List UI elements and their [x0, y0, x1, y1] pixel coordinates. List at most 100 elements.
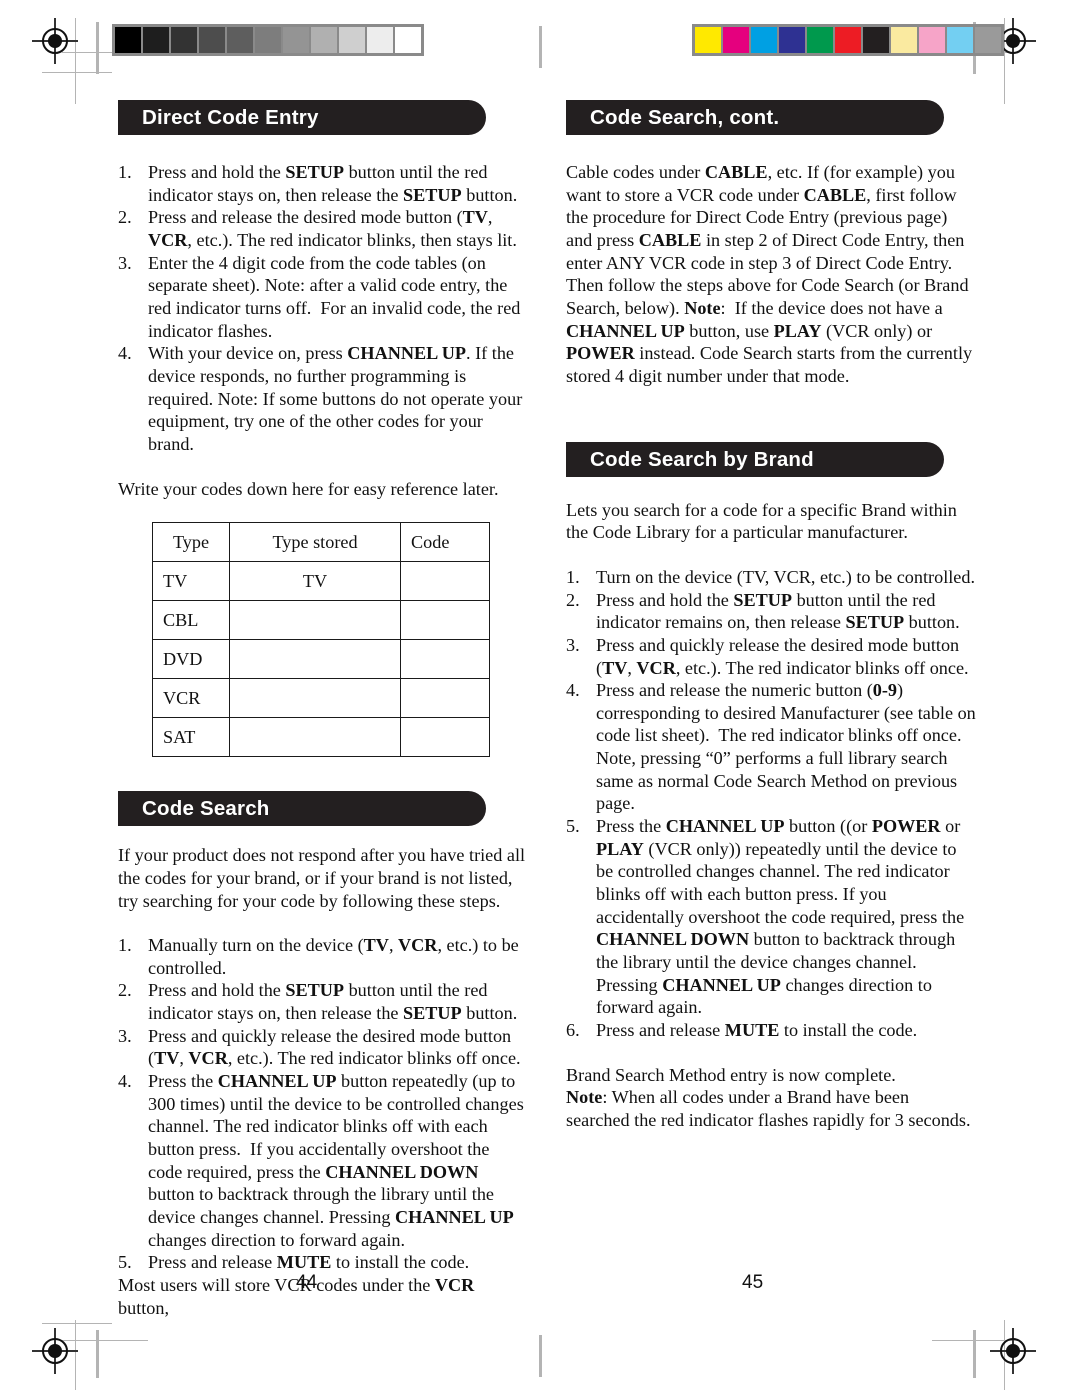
gray-patch-8	[339, 27, 365, 53]
list-item-text: Press and hold the SETUP button until th…	[148, 162, 518, 205]
list-item: 4. Press the CHANNEL UP button repeatedl…	[118, 1070, 528, 1251]
cell-code[interactable]	[400, 717, 490, 758]
list-item-text: Press the CHANNEL UP button repeatedly (…	[148, 1071, 524, 1250]
gray-patch-10	[395, 27, 421, 53]
trim-tick-bottom-center	[539, 1335, 542, 1377]
list-item: 2. Press and release the desired mode bu…	[118, 206, 528, 251]
color-patch-7	[891, 27, 917, 53]
gray-patch-9	[367, 27, 393, 53]
gray-patch-1	[143, 27, 169, 53]
list-item-text: Press and release MUTE to install the co…	[596, 1020, 918, 1040]
list-item-text: Press and hold the SETUP button until th…	[596, 589, 960, 633]
list-item: 1. Manually turn on the device (TV, VCR,…	[118, 934, 528, 979]
list-item-number: 2.	[118, 980, 132, 1001]
list-item-number: 1.	[566, 566, 580, 587]
cell-stored[interactable]	[229, 678, 401, 719]
gray-patch-0	[115, 27, 141, 53]
list-item: 6. Press and release MUTE to install the…	[566, 1019, 976, 1042]
cell-stored[interactable]	[229, 639, 401, 680]
list-item: 3. Enter the 4 digit code from the code …	[118, 252, 528, 343]
list-item-text: Press the CHANNEL UP button ((or POWER o…	[596, 816, 965, 1018]
list-item-number: 4.	[118, 1071, 132, 1092]
list-item-number: 3.	[118, 252, 132, 273]
code-reference-table: Type Type stored Code TV TV CBL DVD VCR …	[152, 522, 490, 758]
color-patch-2	[751, 27, 777, 53]
list-item-number: 1.	[118, 162, 132, 182]
list-item-text: Press and quickly release the desired mo…	[148, 1025, 521, 1069]
color-patch-8	[919, 27, 945, 53]
cell-type: TV	[152, 561, 230, 602]
page-number-left: 44	[296, 1272, 318, 1293]
list-item: 5. Press and release MUTE to install the…	[118, 1251, 528, 1274]
list-item-text: Press and release the desired mode butto…	[148, 207, 517, 250]
gray-patch-2	[171, 27, 197, 53]
list-item: 3. Press and quickly release the desired…	[566, 634, 976, 679]
list-item-number: 2.	[118, 207, 132, 228]
list-item-number: 1.	[118, 935, 132, 956]
write-codes-note: Write your codes down here for easy refe…	[118, 478, 499, 499]
cell-code[interactable]	[400, 600, 490, 641]
cell-code[interactable]	[400, 639, 490, 680]
cell-code[interactable]	[400, 561, 490, 602]
list-item-number: 3.	[118, 1025, 132, 1046]
section-banner-code-search-by-brand: Code Search by Brand	[566, 441, 944, 477]
section-banner-code-search-cont: Code Search, cont.	[566, 100, 944, 135]
list-item-text: Press and hold the SETUP button until th…	[148, 980, 518, 1024]
brand-search-note: Note: When all codes under a Brand have …	[566, 1087, 971, 1130]
trim-tick-bottom-left	[96, 1330, 99, 1378]
gray-patch-7	[311, 27, 337, 53]
table-header-row: Type Type stored Code	[152, 522, 490, 563]
color-patch-10	[975, 27, 1001, 53]
cell-code[interactable]	[400, 678, 490, 719]
code-search-continuation: Most users will store VCR codes under th…	[118, 1275, 475, 1318]
list-item-text: Enter the 4 digit code from the code tab…	[148, 252, 521, 341]
list-item: 4. Press and release the numeric button …	[566, 679, 976, 815]
table-header-code: Code	[400, 522, 490, 563]
color-patch-4	[807, 27, 833, 53]
table-row: DVD	[152, 639, 490, 680]
list-item-text: Manually turn on the device (TV, VCR, et…	[148, 935, 519, 978]
gray-patch-5	[255, 27, 281, 53]
process-color-bar	[692, 24, 1004, 56]
code-search-intro: If your product does not respond after y…	[118, 845, 526, 911]
table-row: SAT	[152, 717, 490, 758]
list-item-text: Press and release the numeric button (0-…	[596, 680, 976, 814]
code-search-cont-body: Cable codes under CABLE, etc. If (for ex…	[566, 162, 973, 386]
table-header-type: Type	[152, 522, 230, 563]
list-item-text: With your device on, press CHANNEL UP. I…	[148, 343, 523, 454]
trim-tick-bottom-right	[973, 1330, 976, 1378]
table-header-type-stored: Type stored	[229, 522, 401, 563]
list-item-number: 4.	[566, 680, 580, 701]
list-item-text: Turn on the device (TV, VCR, etc.) to be…	[596, 566, 976, 587]
cell-type: VCR	[152, 678, 230, 719]
list-item-number: 5.	[118, 1252, 132, 1273]
list-item: 1. Press and hold the SETUP button until…	[118, 161, 528, 206]
list-item: 3. Press and quickly release the desired…	[118, 1025, 528, 1070]
brand-search-intro: Lets you search for a code for a specifi…	[566, 499, 957, 543]
list-item: 2. Press and hold the SETUP button until…	[566, 589, 976, 634]
list-item-number: 4.	[118, 343, 132, 364]
cell-stored[interactable]	[229, 717, 401, 758]
table-row: TV TV	[152, 561, 490, 602]
section-banner-direct-code-entry: Direct Code Entry	[118, 100, 486, 135]
gray-patch-3	[199, 27, 225, 53]
cell-type: SAT	[152, 717, 230, 758]
list-item-text: Press and release MUTE to install the co…	[148, 1252, 470, 1273]
cell-type: CBL	[152, 600, 230, 641]
list-item-text: Press and quickly release the desired mo…	[596, 634, 969, 678]
gray-patch-4	[227, 27, 253, 53]
table-row: VCR	[152, 678, 490, 719]
color-patch-1	[723, 27, 749, 53]
page-number-right: 45	[742, 1272, 764, 1293]
direct-code-entry-steps: 1. Press and hold the SETUP button until…	[118, 161, 528, 456]
cell-type: DVD	[152, 639, 230, 680]
cell-stored[interactable]: TV	[229, 561, 401, 602]
trim-tick-top-center	[539, 26, 542, 68]
cell-stored[interactable]	[229, 600, 401, 641]
list-item: 5. Press the CHANNEL UP button ((or POWE…	[566, 815, 976, 1019]
trim-tick-top-left	[96, 22, 99, 74]
color-patch-9	[947, 27, 973, 53]
table-row: CBL	[152, 600, 490, 641]
list-item: 1. Turn on the device (TV, VCR, etc.) to…	[566, 566, 976, 589]
brand-search-closing: Brand Search Method entry is now complet…	[566, 1064, 896, 1085]
